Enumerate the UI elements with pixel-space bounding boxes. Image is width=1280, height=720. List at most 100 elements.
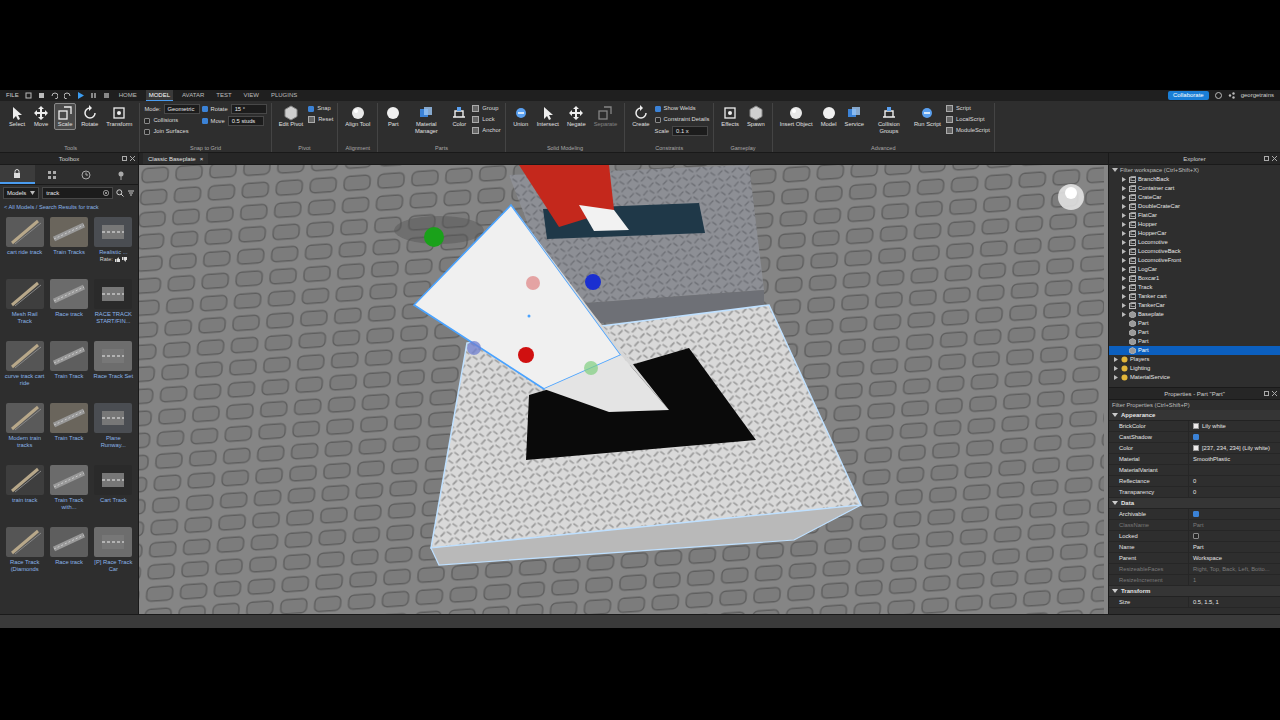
object-name[interactable]: LocomotiveBack xyxy=(1138,247,1181,256)
property-section[interactable]: Appearance xyxy=(1109,410,1280,421)
object-name[interactable]: Lighting xyxy=(1130,364,1150,373)
property-value[interactable] xyxy=(1189,432,1280,442)
ribbon-button[interactable]: Negate xyxy=(564,103,589,130)
property-value[interactable] xyxy=(1189,465,1280,475)
filter-placeholder[interactable]: Filter workspace (Ctrl+Shift+X) xyxy=(1120,165,1199,175)
ribbon-button[interactable]: Color xyxy=(448,103,470,130)
filter-placeholder[interactable]: Filter Properties (Ctrl+Shift+P) xyxy=(1112,400,1190,410)
ribbon-option[interactable]: Collisions xyxy=(144,116,199,125)
toolbox-tab[interactable] xyxy=(35,165,70,184)
object-name[interactable]: Part xyxy=(1138,319,1149,328)
explorer-row[interactable]: LogCar xyxy=(1109,265,1280,274)
object-name[interactable]: Boxcar1 xyxy=(1138,274,1159,283)
ribbon-button[interactable]: Transform xyxy=(103,103,135,130)
category-dropdown[interactable]: Models xyxy=(3,187,39,199)
model-result[interactable]: Cart Track xyxy=(93,465,134,525)
ribbon-option[interactable]: Lock xyxy=(472,115,500,124)
ribbon-tab[interactable]: MODEL xyxy=(146,90,173,101)
explorer-row[interactable]: Players xyxy=(1109,355,1280,364)
model-result[interactable]: Train Track xyxy=(48,341,89,401)
ribbon-button[interactable]: Edit Pivot xyxy=(276,103,307,130)
model-title[interactable]: Race Track Set xyxy=(94,373,134,380)
explorer-row[interactable]: Container cart xyxy=(1109,184,1280,193)
ribbon-option[interactable]: Show Welds xyxy=(655,104,710,113)
toolbox-tab[interactable] xyxy=(104,165,139,184)
value-text[interactable]: 0.5, 1.5, 1 xyxy=(1193,597,1219,607)
model-result[interactable]: Race Track Set xyxy=(93,341,134,401)
explorer-row[interactable]: FlatCar xyxy=(1109,211,1280,220)
user-name[interactable]: georgetrains xyxy=(1241,90,1274,101)
toolbox-tab[interactable] xyxy=(69,165,104,184)
explorer-filter[interactable]: Filter workspace (Ctrl+Shift+X) xyxy=(1109,165,1280,175)
checkbox[interactable] xyxy=(202,106,208,112)
explorer-row[interactable]: LocomotiveBack xyxy=(1109,247,1280,256)
object-name[interactable]: FlatCar xyxy=(1138,211,1157,220)
explorer-row[interactable]: Part xyxy=(1109,346,1280,355)
property-row[interactable]: Locked xyxy=(1109,531,1280,542)
model-result[interactable]: Mesh Rail Track xyxy=(4,279,45,339)
property-value[interactable]: SmoothPlastic xyxy=(1189,454,1280,464)
model-title[interactable]: cart ride track xyxy=(7,249,42,256)
model-result[interactable]: [P] Race Track Car xyxy=(93,527,134,587)
model-title[interactable]: train track xyxy=(12,497,37,504)
expander[interactable] xyxy=(1121,186,1127,192)
option-field[interactable]: 0.1 x xyxy=(672,126,708,136)
option-field[interactable]: Geometric xyxy=(164,104,200,114)
checkbox[interactable] xyxy=(202,118,208,124)
object-name[interactable]: Part xyxy=(1138,328,1149,337)
property-row[interactable]: MaterialVariant xyxy=(1109,465,1280,476)
property-row[interactable]: Archivable xyxy=(1109,509,1280,520)
value-text[interactable]: Lily white xyxy=(1202,421,1226,431)
property-value[interactable]: 0.5, 1.5, 1 xyxy=(1189,597,1280,607)
model-result[interactable]: Race track xyxy=(48,279,89,339)
explorer-row[interactable]: Baseplate xyxy=(1109,310,1280,319)
object-name[interactable]: BranchBack xyxy=(1138,175,1169,184)
ribbon-button[interactable]: Select xyxy=(6,103,28,130)
ribbon-tab[interactable]: VIEW xyxy=(241,90,262,101)
property-row[interactable]: ParentWorkspace xyxy=(1109,553,1280,564)
model-title[interactable]: Race Track (Diamonds xyxy=(4,559,45,573)
object-name[interactable]: Players xyxy=(1130,355,1149,364)
expander[interactable] xyxy=(1121,222,1127,228)
value-text[interactable]: [237, 234, 234] (Lily white) xyxy=(1202,443,1270,453)
ribbon-tab[interactable]: AVATAR xyxy=(179,90,207,101)
document-tab[interactable]: Classic Baseplate× xyxy=(143,153,208,164)
object-name[interactable]: Locomotive xyxy=(1138,238,1168,247)
object-name[interactable]: Tanker cart xyxy=(1138,292,1167,301)
explorer-row[interactable]: HopperCar xyxy=(1109,229,1280,238)
checkbox[interactable] xyxy=(1193,434,1199,440)
expander[interactable] xyxy=(1121,276,1127,282)
3d-viewport[interactable] xyxy=(139,165,1108,614)
toolbox-tab[interactable] xyxy=(0,165,35,184)
property-row[interactable]: Reflectance0 xyxy=(1109,476,1280,487)
model-title[interactable]: Plane Runway... xyxy=(93,435,134,449)
explorer-row[interactable]: BranchBack xyxy=(1109,175,1280,184)
ribbon-option[interactable]: LocalScript xyxy=(946,115,990,124)
explorer-row[interactable]: DoubleCrateCar xyxy=(1109,202,1280,211)
property-row[interactable]: CastShadow xyxy=(1109,432,1280,443)
ribbon-button[interactable]: Effects xyxy=(718,103,742,130)
property-value[interactable] xyxy=(1189,531,1280,541)
property-row[interactable]: Color[237, 234, 234] (Lily white) xyxy=(1109,443,1280,454)
ribbon-option[interactable]: Join Surfaces xyxy=(144,127,199,136)
model-result[interactable]: Race Track (Diamonds xyxy=(4,527,45,587)
object-name[interactable]: Track xyxy=(1138,283,1152,292)
property-value[interactable]: Workspace xyxy=(1189,553,1280,563)
expander[interactable] xyxy=(1121,285,1127,291)
ribbon-button[interactable]: Insert Object xyxy=(777,103,816,130)
property-section[interactable]: Data xyxy=(1109,498,1280,509)
model-result[interactable]: Train Track xyxy=(48,403,89,463)
explorer-row[interactable]: MaterialService xyxy=(1109,373,1280,382)
expander[interactable] xyxy=(1121,240,1127,246)
object-name[interactable]: TankerCar xyxy=(1138,301,1165,310)
expander[interactable] xyxy=(1121,294,1127,300)
expander[interactable] xyxy=(1121,195,1127,201)
object-name[interactable]: CrateCar xyxy=(1138,193,1162,202)
expander[interactable] xyxy=(1113,366,1119,372)
ribbon-option[interactable]: Reset xyxy=(308,115,333,124)
object-name[interactable]: LogCar xyxy=(1138,265,1157,274)
value-text[interactable]: 0 xyxy=(1193,487,1196,497)
model-result[interactable]: Realistic ...Rate: xyxy=(93,217,134,277)
object-name[interactable]: Container cart xyxy=(1138,184,1174,193)
model-title[interactable]: Realistic ... xyxy=(99,249,127,256)
